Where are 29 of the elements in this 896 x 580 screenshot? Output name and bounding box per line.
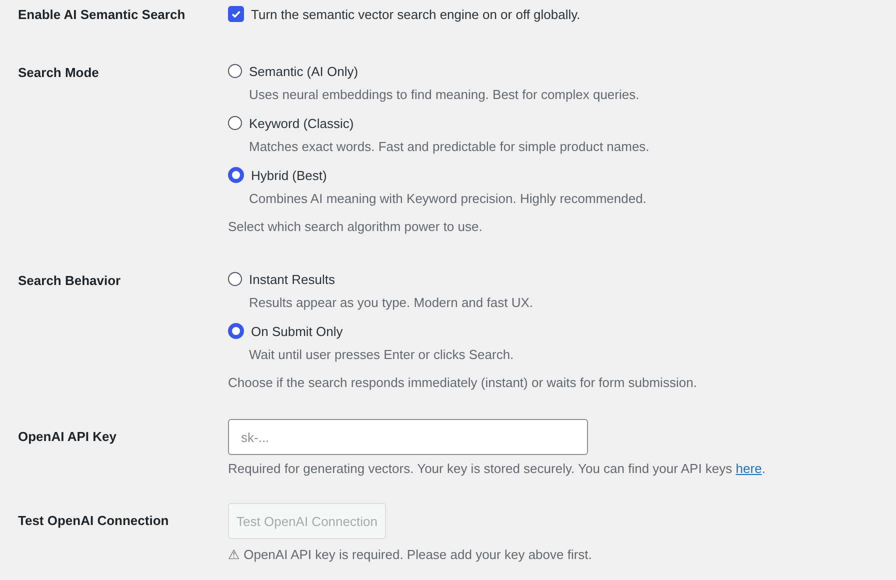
radio-button[interactable]	[228, 323, 244, 339]
setting-label: Search Mode	[18, 64, 100, 82]
api-key-field[interactable]: sk-...	[228, 419, 588, 455]
check-icon	[230, 8, 242, 20]
warning-text: ⚠ OpenAI API key is required. Please add your key above first.	[228, 546, 593, 564]
checkbox[interactable]	[228, 6, 244, 22]
setting-label: Search Behavior	[18, 272, 122, 290]
radio-button[interactable]	[228, 272, 242, 286]
option-description: Matches exact words. Fast and predictable for simple product names.	[249, 138, 650, 156]
help-text: Choose if the search responds immediately (instant) or waits for form submission.	[228, 374, 698, 392]
radio-label: Semantic (AI Only)	[249, 64, 358, 78]
radio-label: Instant Results	[249, 272, 335, 286]
checkbox-label: Turn the semantic vector search engine on or off globally.	[251, 6, 580, 22]
setting-label: Enable AI Semantic Search	[18, 6, 186, 24]
option-description: Uses neural embeddings to find meaning. Best for complex queries.	[249, 86, 640, 104]
radio-button[interactable]	[228, 167, 244, 183]
help-text: Select which search algorithm power to use.	[228, 218, 484, 236]
option-description: Results appear as you type. Modern and fast UX.	[249, 294, 534, 312]
option-description: Wait until user presses Enter or clicks Search.	[249, 346, 515, 364]
radio-label: Keyword (Classic)	[249, 116, 354, 130]
radio-label: Hybrid (Best)	[251, 168, 327, 182]
setting-label: Test OpenAI Connection	[18, 512, 170, 530]
here-link[interactable]: here	[736, 461, 762, 476]
setting-label: OpenAI API Key	[18, 428, 118, 446]
radio-button[interactable]	[228, 64, 242, 78]
help-text: Required for generating vectors. Your key is stored securely. You can find your API keys here.	[228, 460, 766, 478]
radio-button[interactable]	[228, 116, 242, 130]
radio-label: On Submit Only	[251, 324, 343, 338]
option-description: Combines AI meaning with Keyword precision. Highly recommended.	[249, 190, 648, 208]
